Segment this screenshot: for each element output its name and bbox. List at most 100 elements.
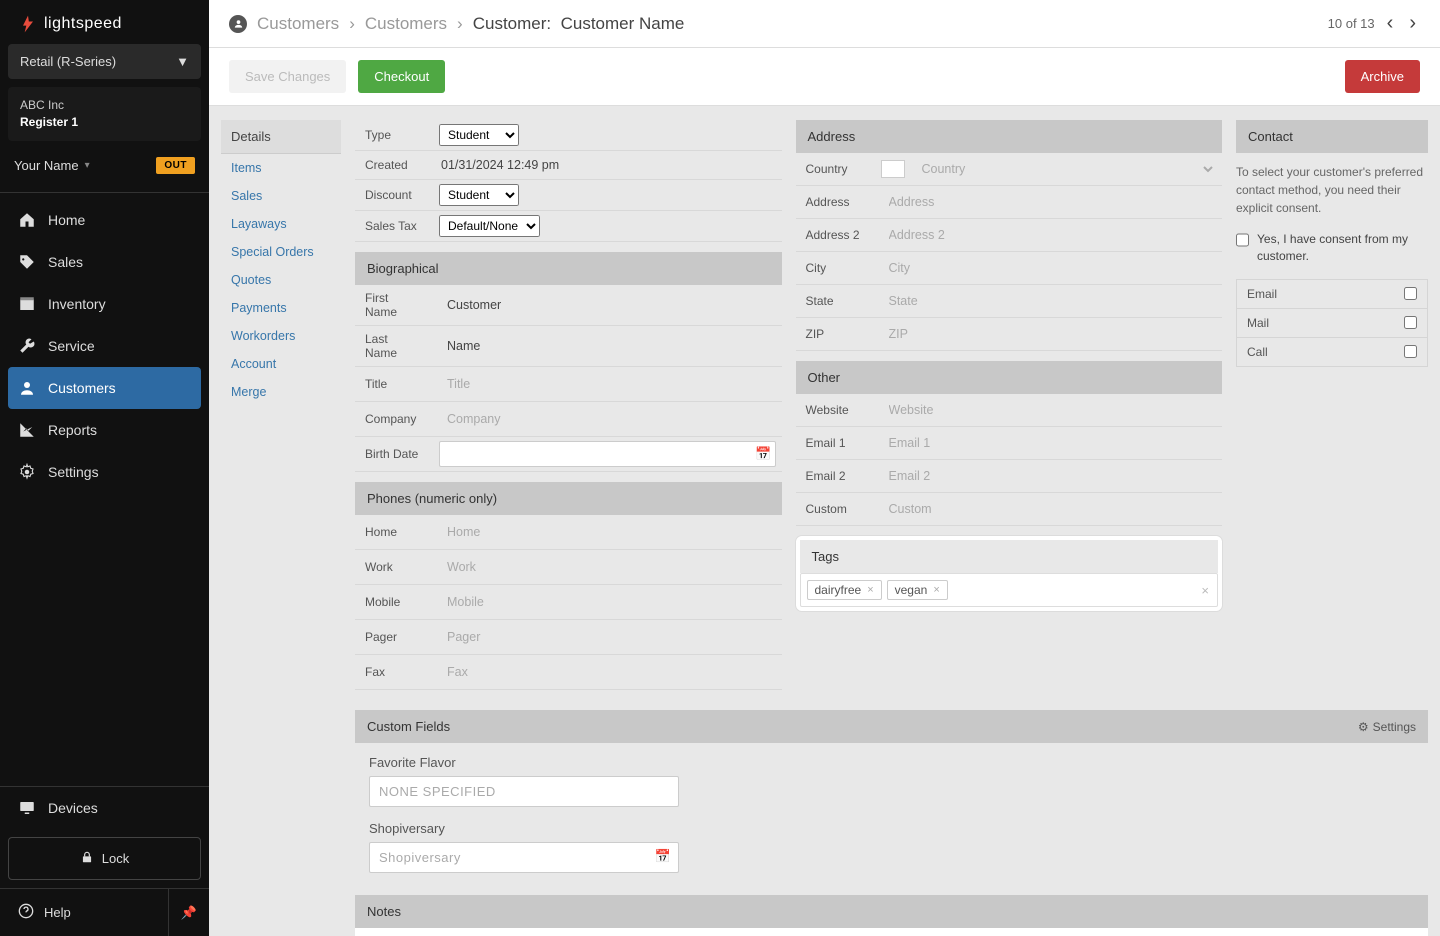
remove-tag-icon[interactable]: × (867, 584, 873, 596)
remove-tag-icon[interactable]: × (933, 584, 939, 596)
shop-selector[interactable]: Retail (R-Series) ▼ (8, 44, 201, 79)
email1-label: Email 1 (796, 430, 876, 456)
notes-textarea[interactable] (355, 928, 1428, 936)
subnav-workorders[interactable]: Workorders (221, 322, 341, 350)
nav-home[interactable]: Home (0, 199, 209, 241)
subnav-sales[interactable]: Sales (221, 182, 341, 210)
salestax-label: Sales Tax (355, 213, 433, 239)
checkout-button[interactable]: Checkout (358, 60, 445, 93)
consent-row[interactable]: Yes, I have consent from my customer. (1236, 227, 1428, 279)
birth-date-input[interactable] (439, 441, 776, 467)
email1-input[interactable] (881, 430, 1218, 456)
phone-fax-label: Fax (355, 659, 433, 685)
shop-selector-label: Retail (R-Series) (20, 54, 116, 69)
breadcrumb-current: Customer: Customer Name (473, 14, 685, 34)
tag-chip: vegan× (887, 580, 948, 600)
subnav-items[interactable]: Items (221, 154, 341, 182)
custom-fields-settings[interactable]: ⚙Settings (1358, 720, 1416, 734)
zip-input[interactable] (881, 321, 1218, 347)
country-select[interactable]: Country (913, 156, 1218, 182)
address-input[interactable] (881, 189, 1218, 215)
subnav-payments[interactable]: Payments (221, 294, 341, 322)
nav-label: Customers (48, 380, 116, 396)
lock-button[interactable]: Lock (8, 837, 201, 880)
main-nav: Home Sales Inventory Service Customers R… (0, 192, 209, 786)
user-row: Your Name ▾ OUT (0, 145, 209, 192)
lightspeed-flame-icon (18, 14, 38, 34)
title-label: Title (355, 371, 433, 397)
subnav-account[interactable]: Account (221, 350, 341, 378)
pref-call-checkbox[interactable] (1404, 345, 1417, 358)
subnav-quotes[interactable]: Quotes (221, 266, 341, 294)
website-label: Website (796, 397, 876, 423)
nav-inventory[interactable]: Inventory (0, 283, 209, 325)
favorite-flavor-input[interactable] (369, 776, 679, 807)
pager-next[interactable]: › (1405, 12, 1420, 35)
phone-mobile-label: Mobile (355, 589, 433, 615)
favorite-flavor-label: Favorite Flavor (369, 755, 1414, 770)
phone-pager-input[interactable] (439, 624, 776, 650)
user-menu[interactable]: Your Name ▾ (14, 158, 90, 173)
subnav-special-orders[interactable]: Special Orders (221, 238, 341, 266)
other-heading: Other (796, 361, 1223, 394)
phones-heading: Phones (numeric only) (355, 482, 782, 515)
nav-label: Devices (48, 800, 98, 816)
pref-email: Email (1236, 279, 1428, 309)
nav-label: Settings (48, 464, 99, 480)
nav-service[interactable]: Service (0, 325, 209, 367)
phone-work-input[interactable] (439, 554, 776, 580)
out-badge[interactable]: OUT (156, 157, 195, 174)
phone-home-input[interactable] (439, 519, 776, 545)
consent-checkbox[interactable] (1236, 233, 1249, 247)
phone-fax-input[interactable] (439, 659, 776, 685)
address2-input[interactable] (881, 222, 1218, 248)
wrench-icon (18, 337, 36, 355)
nav-devices[interactable]: Devices (0, 787, 209, 829)
help-button[interactable]: Help (0, 889, 169, 936)
archive-button[interactable]: Archive (1345, 60, 1420, 93)
phone-home-label: Home (355, 519, 433, 545)
save-changes-button: Save Changes (229, 60, 346, 93)
help-label: Help (44, 905, 71, 920)
pref-mail-checkbox[interactable] (1404, 316, 1417, 329)
breadcrumb-link-2[interactable]: Customers (365, 14, 447, 34)
box-icon (18, 295, 36, 313)
discount-select[interactable]: Student (439, 184, 519, 206)
nav-settings[interactable]: Settings (0, 451, 209, 493)
nav-reports[interactable]: Reports (0, 409, 209, 451)
custom-input[interactable] (881, 496, 1218, 522)
subnav-merge[interactable]: Merge (221, 378, 341, 406)
created-label: Created (355, 152, 433, 178)
subnav-layaways[interactable]: Layaways (221, 210, 341, 238)
nav-label: Sales (48, 254, 83, 270)
question-icon (18, 903, 34, 922)
type-select[interactable]: Student (439, 124, 519, 146)
tags-input-area[interactable]: dairyfree× vegan× × (800, 573, 1219, 607)
website-input[interactable] (881, 397, 1218, 423)
action-bar: Save Changes Checkout Archive (209, 48, 1440, 106)
subnav-details[interactable]: Details (221, 120, 341, 154)
contact-panel: Contact To select your customer's prefer… (1236, 120, 1428, 367)
email2-label: Email 2 (796, 463, 876, 489)
nav-sales[interactable]: Sales (0, 241, 209, 283)
pin-button[interactable]: 📌 (169, 889, 209, 936)
pref-email-checkbox[interactable] (1404, 287, 1417, 300)
title-input[interactable] (439, 371, 776, 397)
last-name-input[interactable] (439, 333, 776, 359)
state-input[interactable] (881, 288, 1218, 314)
pager: 10 of 13 ‹ › (1328, 12, 1420, 35)
company-label: Company (355, 406, 433, 432)
chevron-down-icon: ▼ (176, 54, 189, 69)
nav-customers[interactable]: Customers (8, 367, 201, 409)
shopiversary-input[interactable] (369, 842, 679, 873)
city-input[interactable] (881, 255, 1218, 281)
breadcrumb-link-1[interactable]: Customers (257, 14, 339, 34)
pager-prev[interactable]: ‹ (1383, 12, 1398, 35)
clear-tags-icon[interactable]: × (1201, 583, 1209, 598)
company-input[interactable] (439, 406, 776, 432)
email2-input[interactable] (881, 463, 1218, 489)
state-label: State (796, 288, 876, 314)
salestax-select[interactable]: Default/None (439, 215, 540, 237)
phone-mobile-input[interactable] (439, 589, 776, 615)
first-name-input[interactable] (439, 292, 776, 318)
